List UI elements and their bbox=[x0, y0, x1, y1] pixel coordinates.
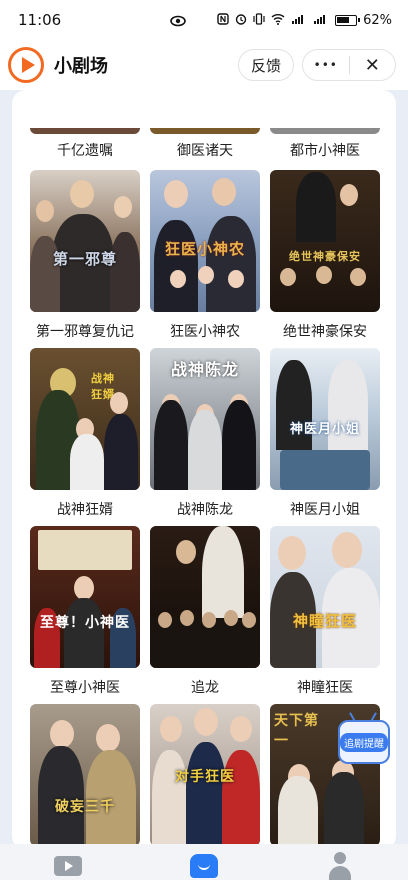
follow-reminder-label: 追剧提醒 bbox=[340, 732, 388, 752]
show-card[interactable]: 绝世神豪保安 绝世神豪保安 bbox=[270, 170, 380, 341]
nfc-icon bbox=[217, 12, 229, 28]
show-art-title: 绝世神豪保安 bbox=[289, 250, 361, 263]
page-title: 小剧场 bbox=[54, 56, 108, 77]
show-thumbnail: 战神狂婿 bbox=[30, 348, 140, 490]
home-icon bbox=[190, 854, 218, 878]
show-card[interactable]: 追龙 bbox=[150, 526, 260, 697]
capsule-menu: ••• ✕ bbox=[302, 49, 396, 81]
show-art-title: 神医月小姐 bbox=[289, 422, 360, 437]
app-logo-icon bbox=[8, 47, 44, 83]
wifi-icon bbox=[271, 13, 285, 28]
nav-profile[interactable] bbox=[310, 844, 370, 880]
feedback-button[interactable]: 反馈 bbox=[238, 49, 294, 81]
show-title: 千亿遗嘱 bbox=[57, 143, 113, 159]
more-icon: ••• bbox=[313, 58, 338, 72]
show-card[interactable]: 狂医小神农 狂医小神农 bbox=[150, 170, 260, 341]
tv-play-icon bbox=[54, 856, 82, 876]
show-thumbnail bbox=[270, 128, 380, 134]
show-card[interactable]: 神医月小姐 神医月小姐 bbox=[270, 348, 380, 519]
show-thumbnail bbox=[150, 526, 260, 668]
partial-row bbox=[12, 90, 396, 130]
nav-tv[interactable] bbox=[38, 844, 98, 880]
show-title: 战神陈龙 bbox=[177, 502, 233, 518]
show-card[interactable]: 破妄三千 bbox=[30, 704, 140, 844]
show-art-title: 第一邪尊 bbox=[52, 250, 117, 268]
show-thumbnail bbox=[150, 128, 260, 134]
vibrate-icon bbox=[253, 12, 265, 28]
show-art-title: 至尊！小神医 bbox=[40, 615, 130, 631]
show-title: 都市小神医 bbox=[290, 143, 360, 159]
show-card[interactable]: 对手狂医 bbox=[150, 704, 260, 844]
show-title: 追龙 bbox=[191, 680, 219, 696]
close-icon: ✕ bbox=[364, 54, 380, 76]
follow-reminder-button[interactable]: 追剧提醒 bbox=[332, 712, 394, 774]
show-art-title: 神瞳狂医 bbox=[292, 612, 357, 630]
show-card[interactable]: 战神陈龙 战神陈龙 bbox=[150, 348, 260, 519]
alarm-icon bbox=[235, 13, 247, 28]
battery-icon bbox=[335, 14, 361, 26]
show-thumbnail: 神瞳狂医 bbox=[270, 526, 380, 668]
show-art-title: 对手狂医 bbox=[175, 769, 235, 785]
show-card[interactable]: 神瞳狂医 神瞳狂医 bbox=[270, 526, 380, 697]
show-art-title: 破妄三千 bbox=[55, 799, 115, 815]
status-icons: 62% bbox=[217, 13, 392, 28]
show-title: 御医诸天 bbox=[177, 143, 233, 159]
nav-home[interactable] bbox=[174, 844, 234, 880]
show-title: 至尊小神医 bbox=[50, 680, 120, 696]
show-thumbnail: 神医月小姐 bbox=[270, 348, 380, 490]
signal-2-icon bbox=[313, 13, 329, 28]
user-icon bbox=[326, 852, 354, 880]
show-thumbnail: 绝世神豪保安 bbox=[270, 170, 380, 312]
show-title: 第一邪尊复仇记 bbox=[36, 324, 134, 340]
show-title: 神瞳狂医 bbox=[297, 680, 353, 696]
show-thumbnail: 破妄三千 bbox=[30, 704, 140, 844]
show-thumbnail: 至尊！小神医 bbox=[30, 526, 140, 668]
show-card[interactable]: 战神狂婿 战神狂婿 bbox=[30, 348, 140, 519]
show-card[interactable]: 第一邪尊 第一邪尊复仇记 bbox=[30, 170, 140, 341]
status-bar: 11:06 62% bbox=[0, 0, 408, 40]
show-title: 绝世神豪保安 bbox=[283, 324, 367, 340]
show-thumbnail: 第一邪尊 bbox=[30, 170, 140, 312]
show-title: 神医月小姐 bbox=[290, 502, 360, 518]
app-header: 小剧场 反馈 ••• ✕ bbox=[0, 40, 408, 90]
tv-icon: 追剧提醒 bbox=[338, 720, 390, 764]
status-time: 11:06 bbox=[18, 11, 62, 29]
signal-icon bbox=[291, 13, 307, 28]
battery-level: 62% bbox=[363, 12, 392, 28]
show-title: 狂医小神农 bbox=[170, 324, 240, 340]
eye-icon bbox=[170, 12, 186, 31]
show-art-title: 战神陈龙 bbox=[170, 360, 239, 379]
show-art-title: 天下第一 bbox=[274, 713, 319, 749]
bottom-nav bbox=[0, 844, 408, 880]
close-button[interactable]: ✕ bbox=[350, 55, 396, 76]
show-thumbnail: 狂医小神农 bbox=[150, 170, 260, 312]
show-thumbnail bbox=[30, 128, 140, 134]
show-thumbnail: 对手狂医 bbox=[150, 704, 260, 844]
show-card[interactable]: 至尊！小神医 至尊小神医 bbox=[30, 526, 140, 697]
more-button[interactable]: ••• bbox=[303, 58, 349, 72]
show-art-title: 狂医小神农 bbox=[164, 240, 245, 258]
show-thumbnail: 战神陈龙 bbox=[150, 348, 260, 490]
show-title: 战神狂婿 bbox=[57, 502, 113, 518]
